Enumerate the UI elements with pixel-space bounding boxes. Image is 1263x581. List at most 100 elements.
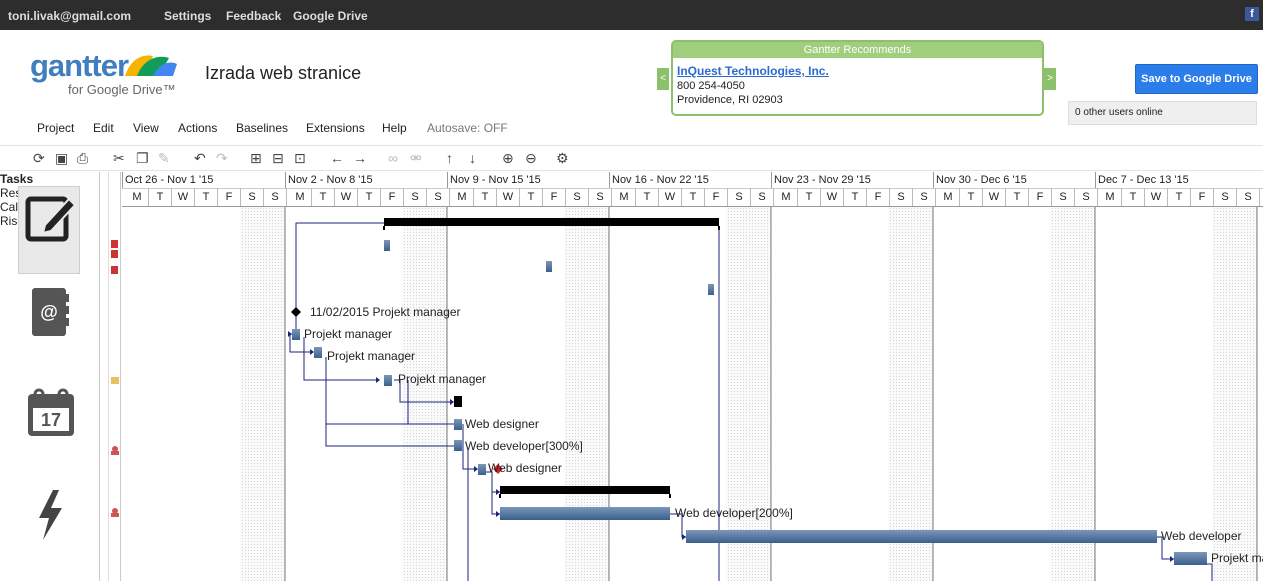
indent-icon[interactable]: ⊞	[250, 150, 262, 166]
address-book-icon[interactable]: @	[30, 286, 70, 338]
day-header: T	[520, 188, 543, 206]
facebook-icon[interactable]: f	[1245, 7, 1259, 21]
day-header: S	[751, 188, 774, 206]
account-bar: toni.livak@gmail.com Settings Feedback G…	[0, 0, 1263, 30]
task-grid-edge	[99, 172, 121, 581]
paste-icon[interactable]: ✎	[158, 150, 170, 166]
task-bar	[384, 375, 392, 386]
day-header: W	[659, 188, 682, 206]
day-header: T	[358, 188, 381, 206]
task-bar	[708, 284, 714, 295]
day-header: T	[1122, 188, 1145, 206]
sidebar-tasks-label: Tasks	[0, 172, 34, 186]
feedback-link[interactable]: Feedback	[226, 9, 281, 23]
week-header: Nov 9 - Nov 15 '15	[447, 172, 609, 188]
copy-icon[interactable]: ❐	[136, 150, 149, 166]
move-right-icon[interactable]: →	[353, 150, 367, 166]
milestone-marker	[291, 307, 301, 317]
svg-text:@: @	[40, 302, 58, 322]
day-header: W	[335, 188, 358, 206]
day-header: T	[960, 188, 983, 206]
day-header: T	[474, 188, 497, 206]
menu-help[interactable]: Help	[382, 121, 407, 135]
insert-icon[interactable]: ⊡	[294, 150, 306, 166]
save-icon[interactable]: ▣	[55, 150, 68, 166]
redo-icon[interactable]: ↷	[216, 150, 228, 166]
recommend-next-icon[interactable]: >	[1044, 68, 1056, 90]
day-header: M	[613, 188, 636, 206]
unlink-icon[interactable]: ⚮	[410, 150, 422, 166]
undo-icon[interactable]: ↶	[194, 150, 206, 166]
print-icon[interactable]: ⎙	[77, 150, 88, 166]
zoom-out-icon[interactable]: ⊖	[525, 150, 537, 166]
move-left-icon[interactable]: ←	[330, 150, 344, 166]
save-to-drive-button[interactable]: Save to Google Drive	[1135, 64, 1258, 94]
sidebar: Tasks @ Resources 17 Calendars Risks	[0, 172, 99, 581]
recommend-company-link[interactable]: InQuest Technologies, Inc.	[677, 64, 829, 78]
day-header: T	[1006, 188, 1029, 206]
task-mail-icon[interactable]	[110, 376, 120, 386]
menu-edit[interactable]: Edit	[93, 121, 114, 135]
refresh-icon[interactable]: ⟳	[33, 150, 45, 166]
task-note-icon[interactable]	[110, 240, 120, 300]
menu-project[interactable]: Project	[37, 121, 74, 135]
menu-view[interactable]: View	[133, 121, 159, 135]
task-bar	[454, 396, 462, 407]
task-bar	[314, 347, 322, 358]
day-header: M	[937, 188, 960, 206]
summary-bar	[500, 486, 670, 494]
day-header: S	[913, 188, 936, 206]
menu-actions[interactable]: Actions	[178, 121, 217, 135]
menu-extensions[interactable]: Extensions	[306, 121, 365, 135]
google-drive-link[interactable]: Google Drive	[293, 9, 368, 23]
week-header: Nov 23 - Nov 29 '15	[771, 172, 933, 188]
task-bar	[478, 464, 486, 475]
day-header: T	[798, 188, 821, 206]
recommend-header: Gantter Recommends	[673, 42, 1042, 58]
move-up-icon[interactable]: ↑	[446, 150, 453, 166]
link-icon[interactable]: ∞	[388, 150, 398, 166]
day-header: S	[427, 188, 450, 206]
edit-icon	[25, 196, 75, 242]
day-header: F	[543, 188, 566, 206]
day-header: T	[312, 188, 335, 206]
autosave-status: Autosave: OFF	[427, 121, 508, 135]
task-label: Projekt manager	[398, 372, 487, 386]
lightning-icon[interactable]	[35, 488, 65, 542]
day-header: W	[1145, 188, 1168, 206]
day-header: W	[172, 188, 195, 206]
day-header: S	[264, 188, 287, 206]
day-header: F	[381, 188, 404, 206]
recommend-phone: 800 254-4050	[677, 80, 745, 92]
task-label: Web designer	[465, 417, 539, 431]
day-header: T	[1168, 188, 1191, 206]
menu-baselines[interactable]: Baselines	[236, 121, 288, 135]
zoom-in-icon[interactable]: ⊕	[502, 150, 514, 166]
recommend-prev-icon[interactable]: <	[657, 68, 669, 90]
day-header: M	[1099, 188, 1122, 206]
recommend-address: Providence, RI 02903	[677, 94, 783, 106]
day-header: S	[890, 188, 913, 206]
gantt-chart: Oct 26 - Nov 1 '15 Nov 2 - Nov 8 '15 Nov…	[122, 172, 1263, 581]
resource-person-icon[interactable]	[110, 446, 120, 456]
week-header: Nov 2 - Nov 8 '15	[285, 172, 447, 188]
task-bar	[686, 530, 1157, 543]
day-header: W	[983, 188, 1006, 206]
day-header: F	[1029, 188, 1052, 206]
task-label: Web developer[200%]	[675, 506, 793, 520]
settings-link[interactable]: Settings	[164, 9, 211, 23]
task-bar	[454, 419, 462, 430]
milestone-label: 11/02/2015 Projekt manager	[310, 305, 461, 319]
resource-person-icon[interactable]	[110, 508, 120, 518]
task-bar	[546, 261, 552, 272]
project-title[interactable]: Izrada web stranice	[205, 63, 361, 84]
settings-icon[interactable]: ⚙	[556, 150, 569, 166]
move-down-icon[interactable]: ↓	[469, 150, 476, 166]
day-header: S	[728, 188, 751, 206]
cut-icon[interactable]: ✂	[113, 150, 125, 166]
outdent-icon[interactable]: ⊟	[272, 150, 284, 166]
recommend-panel: Gantter Recommends InQuest Technologies,…	[671, 40, 1044, 116]
account-email[interactable]: toni.livak@gmail.com	[8, 9, 131, 23]
day-header: F	[867, 188, 890, 206]
gantter-logo: gantter	[30, 48, 129, 83]
